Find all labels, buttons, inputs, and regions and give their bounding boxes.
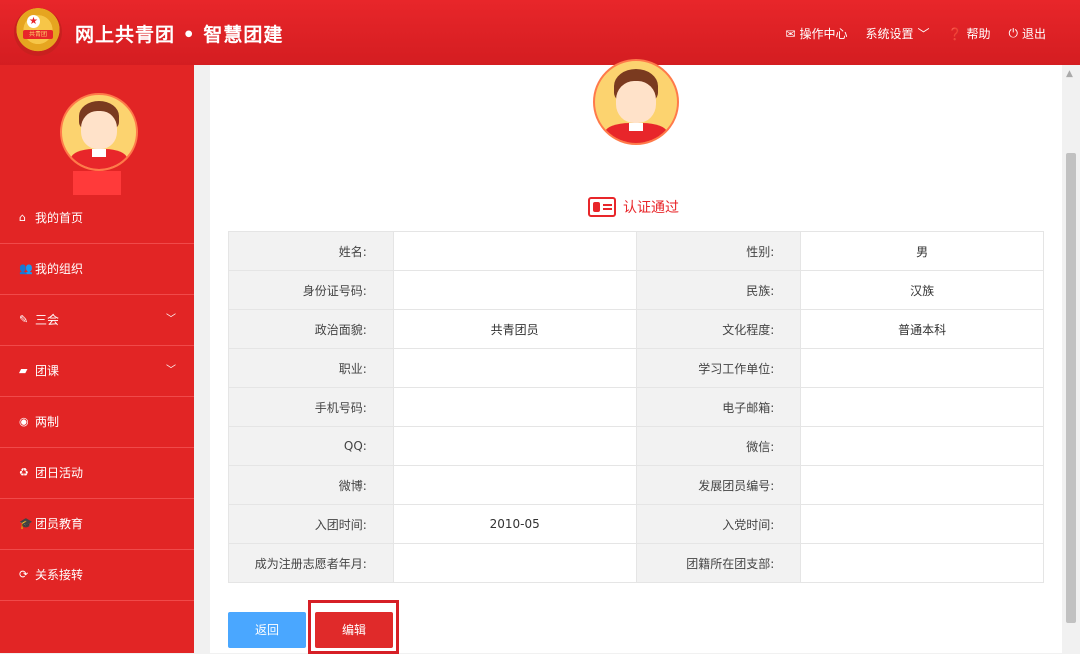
- table-row: 手机号码: 电子邮箱:: [228, 387, 1044, 427]
- field-label: 文化程度:: [635, 309, 802, 349]
- field-label: 入党时间:: [635, 504, 802, 544]
- table-row: 身份证号码: 民族: 汉族: [228, 270, 1044, 310]
- graduation-icon: 🎓: [19, 517, 33, 530]
- field-value: [800, 348, 1044, 388]
- field-label: 职业:: [228, 348, 394, 388]
- field-value: [392, 543, 637, 583]
- nav-help[interactable]: ❓ 帮助: [948, 25, 991, 42]
- chevron-down-icon: ﹀: [166, 365, 176, 376]
- table-row: 入团时间: 2010-05 入党时间:: [228, 504, 1044, 544]
- scrollbar[interactable]: ▲: [1062, 65, 1080, 653]
- scroll-up-icon[interactable]: ▲: [1066, 69, 1073, 79]
- chevron-down-icon: ﹀: [166, 314, 176, 325]
- field-label: 电子邮箱:: [635, 387, 802, 427]
- field-label: 手机号码:: [228, 387, 394, 427]
- field-value: [800, 387, 1044, 427]
- field-label: 入团时间:: [228, 504, 394, 544]
- field-value: 男: [800, 231, 1044, 271]
- field-value: [800, 504, 1044, 544]
- header-nav: ✉ 操作中心 系统设置 ﹀ ❓ 帮助 ⏻ 退出: [785, 25, 1046, 42]
- nav-system-settings[interactable]: 系统设置 ﹀: [865, 25, 929, 42]
- cert-status-text: 认证通过: [623, 200, 679, 216]
- table-row: 成为注册志愿者年月: 团籍所在团支部:: [228, 543, 1044, 583]
- sidebar-menu: ⌂ 我的首页 👥 我的组织 ✎ 三会 ﹀ ▰ 团课 ﹀ ◉ 两制 ♻ 团日活动 🎓 团员教育 ⟳ 关…: [0, 193, 194, 601]
- top-bar: ★ 共青团 网上共青团 • 智慧团建 ✉ 操作中心 系统设置 ﹀ ❓ 帮助 ⏻ 退出: [0, 0, 1080, 65]
- table-row: 微博: 发展团员编号:: [228, 465, 1044, 505]
- field-label: 微博:: [228, 465, 394, 505]
- nav-operation-center[interactable]: ✉ 操作中心: [785, 25, 847, 42]
- field-label: 身份证号码:: [228, 270, 394, 310]
- profile-content: 认证通过 姓名: 性别: 男身份证号码: 民族: 汉族 政治面貌: 共青团员 文化程度: 普通本…: [210, 59, 1062, 654]
- users-icon: 👥: [19, 262, 33, 275]
- table-row: 政治面貌: 共青团员 文化程度: 普通本科: [228, 309, 1044, 349]
- field-value: 共青团员: [392, 309, 637, 349]
- field-value: [800, 426, 1044, 466]
- field-value: [392, 387, 637, 427]
- sidebar-item-home[interactable]: ⌂ 我的首页: [0, 193, 194, 244]
- certification-status: 认证通过: [588, 197, 679, 217]
- sidebar-item-organization[interactable]: 👥 我的组织: [0, 244, 194, 295]
- table-row: 姓名: 性别: 男: [228, 231, 1044, 271]
- table-row: QQ: 微信:: [228, 426, 1044, 466]
- field-label: 成为注册志愿者年月:: [228, 543, 394, 583]
- field-value: [392, 426, 637, 466]
- user-name-redacted: [73, 171, 121, 195]
- refresh-icon: ⟳: [19, 568, 29, 581]
- field-value: [392, 231, 637, 271]
- field-value: [392, 348, 637, 388]
- sidebar-item-league-day[interactable]: ♻ 团日活动: [0, 448, 194, 499]
- edit-icon: ✎: [19, 313, 29, 326]
- sidebar: ⌂ 我的首页 👥 我的组织 ✎ 三会 ﹀ ▰ 团课 ﹀ ◉ 两制 ♻ 团日活动 🎓 团员教育 ⟳ 关…: [0, 65, 194, 653]
- back-button[interactable]: 返回: [228, 612, 306, 648]
- target-icon: ◉: [19, 415, 29, 428]
- user-avatar[interactable]: [60, 93, 138, 171]
- sidebar-item-two-systems[interactable]: ◉ 两制: [0, 397, 194, 448]
- field-label: 政治面貌:: [228, 309, 394, 349]
- field-label: 微信:: [635, 426, 802, 466]
- field-label: 姓名:: [228, 231, 394, 271]
- sidebar-item-three-meetings[interactable]: ✎ 三会 ﹀: [0, 295, 194, 346]
- avatar-face: [616, 81, 656, 123]
- field-value: 汉族: [800, 270, 1044, 310]
- avatar-collar: [92, 149, 106, 157]
- field-value: [800, 543, 1044, 583]
- field-label: 民族:: [635, 270, 802, 310]
- edit-button-highlight: [308, 600, 399, 654]
- id-card-icon: [588, 197, 616, 217]
- sidebar-item-transfer[interactable]: ⟳ 关系接转: [0, 550, 194, 601]
- field-label: 团籍所在团支部:: [635, 543, 802, 583]
- field-label: 发展团员编号:: [635, 465, 802, 505]
- field-label: 性别:: [635, 231, 802, 271]
- site-title: 网上共青团 • 智慧团建: [75, 24, 284, 46]
- field-value: [392, 270, 637, 310]
- field-value: 2010-05: [392, 504, 637, 544]
- field-value: [392, 465, 637, 505]
- envelope-icon: ✉: [785, 26, 796, 41]
- avatar-face: [81, 111, 117, 149]
- folder-icon: ▰: [19, 364, 28, 377]
- sidebar-item-league-class[interactable]: ▰ 团课 ﹀: [0, 346, 194, 397]
- scroll-thumb[interactable]: [1066, 153, 1076, 623]
- chevron-down-icon: ﹀: [917, 27, 930, 41]
- home-icon: ⌂: [19, 211, 26, 224]
- field-label: 学习工作单位:: [635, 348, 802, 388]
- league-logo: ★ 共青团: [14, 8, 62, 56]
- field-value: 普通本科: [800, 309, 1044, 349]
- profile-avatar: [593, 59, 679, 145]
- star-icon: ★: [27, 15, 40, 28]
- nav-logout[interactable]: ⏻ 退出: [1008, 25, 1046, 42]
- recycle-icon: ♻: [19, 466, 29, 479]
- field-value: [800, 465, 1044, 505]
- sidebar-item-member-education[interactable]: 🎓 团员教育: [0, 499, 194, 550]
- power-icon: ⏻: [1008, 26, 1018, 40]
- field-label: QQ:: [228, 426, 394, 466]
- logo-banner: 共青团: [23, 30, 53, 39]
- avatar-collar: [629, 123, 643, 131]
- profile-info-table: 姓名: 性别: 男身份证号码: 民族: 汉族 政治面貌: 共青团员 文化程度: 普通本科 职业: 学…: [228, 231, 1044, 583]
- table-row: 职业: 学习工作单位:: [228, 348, 1044, 388]
- question-icon: ❓: [947, 26, 963, 41]
